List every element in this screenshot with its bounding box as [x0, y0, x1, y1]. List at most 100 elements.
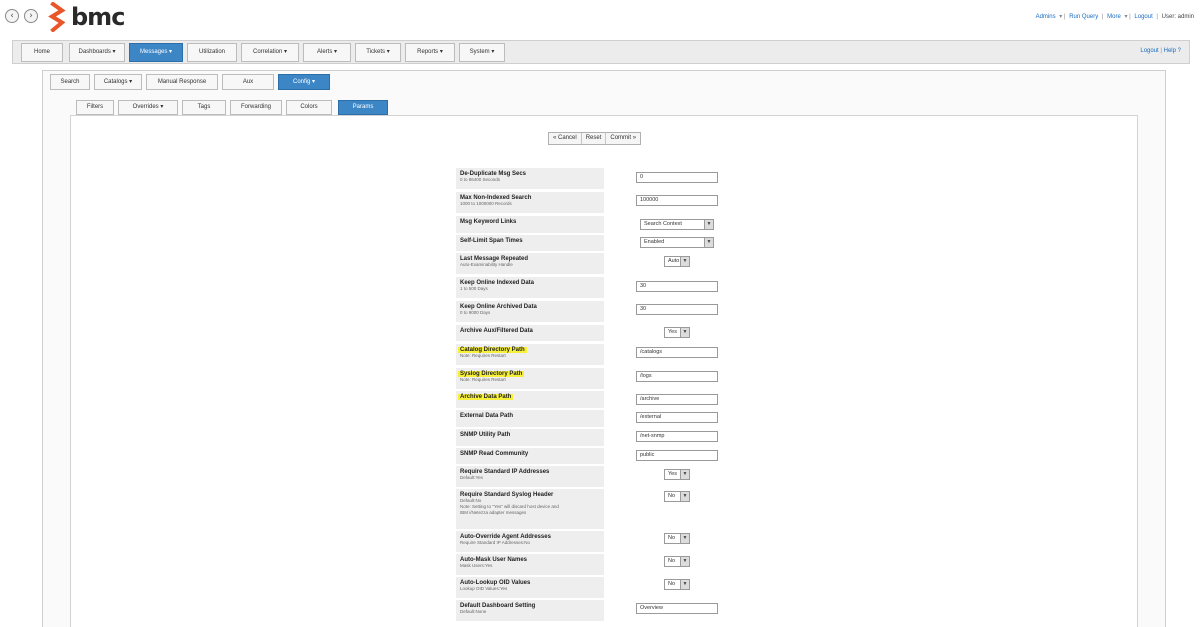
help-link[interactable]: Help: [1164, 48, 1176, 54]
subtab-aux[interactable]: Aux: [222, 74, 274, 90]
setting-hint: 1000 to 1000000 Records: [460, 201, 512, 206]
indexed-days-input[interactable]: 30: [636, 281, 718, 292]
nav-logout-link[interactable]: Logout: [1140, 48, 1158, 54]
setting-label-block: Archive Aux/Filtered Data: [456, 325, 604, 341]
setting-label-block: Auto-Mask User Names Mask Users:Yes: [456, 554, 604, 575]
syslog-header-select[interactable]: No ▼: [664, 491, 690, 502]
back-icon: ‹: [10, 11, 14, 21]
config-tab-overrides[interactable]: Overrides ▾: [118, 100, 178, 115]
archived-days-input[interactable]: 30: [636, 304, 718, 315]
setting-label-block: SNMP Utility Path: [456, 429, 604, 446]
setting-label-block: External Data Path: [456, 410, 604, 427]
setting-label-block: Keep Online Indexed Data 1 to 500 Days: [456, 277, 604, 298]
select-value: Yes: [668, 329, 677, 335]
reset-button[interactable]: Reset: [582, 133, 607, 144]
setting-label: External Data Path: [460, 413, 514, 419]
subtab-manual-response[interactable]: Manual Response: [146, 74, 218, 90]
bmc-logo[interactable]: bmc: [48, 2, 125, 32]
last-message-select[interactable]: Auto ▼: [664, 256, 690, 267]
external-path-input[interactable]: /external: [636, 412, 718, 423]
config-tab-forwarding[interactable]: Forwarding: [230, 100, 282, 115]
select-value: No: [668, 558, 676, 564]
nav-tab-tickets[interactable]: Tickets ▾: [355, 43, 401, 62]
chevron-down-icon: ▼: [680, 534, 689, 543]
nav-tab-utilization[interactable]: Utilization: [187, 43, 237, 62]
setting-label-block: Msg Keyword Links: [456, 216, 604, 233]
nav-tab-home[interactable]: Home: [21, 43, 63, 62]
bmc-logo-icon: [48, 2, 66, 32]
nav-right-links: Logout | Help ?: [1140, 48, 1181, 54]
forward-button[interactable]: ›: [24, 9, 38, 23]
max-non-indexed-input[interactable]: 100000: [636, 195, 718, 206]
logout-link[interactable]: Logout: [1134, 14, 1152, 20]
mask-users-select[interactable]: No ▼: [664, 556, 690, 567]
main-nav: Home Dashboards ▾ Messages ▾ Utilization…: [12, 40, 1190, 64]
select-value: Yes: [668, 471, 677, 477]
help-icon[interactable]: ?: [1178, 48, 1181, 54]
setting-label: Archive Aux/Filtered Data: [460, 328, 533, 334]
subtab-search[interactable]: Search: [50, 74, 90, 90]
nav-tab-correlation[interactable]: Correlation ▾: [241, 43, 299, 62]
config-tab-params[interactable]: Params: [338, 100, 388, 115]
config-tab-colors[interactable]: Colors: [286, 100, 332, 115]
setting-label-block: Last Message Repeated Auto-Examinability…: [456, 253, 604, 274]
user-label: User: admin: [1161, 14, 1194, 20]
logo-wordmark: bmc: [71, 3, 125, 31]
user-links: Admins ▾ | Run Query | More ▾ | Logout |…: [1035, 14, 1194, 20]
chevron-down-icon: ▼: [704, 220, 713, 229]
cancel-button[interactable]: « Cancel: [549, 133, 582, 144]
setting-hint: Lookup OID Values:Yes: [460, 586, 508, 591]
agent-address-select[interactable]: No ▼: [664, 533, 690, 544]
setting-label: Self-Limit Span Times: [460, 238, 523, 244]
nav-tab-messages[interactable]: Messages ▾: [129, 43, 183, 62]
setting-hint: Require Standard IP Addresses:No: [460, 540, 530, 545]
chevron-down-icon: ▼: [680, 470, 689, 479]
keyword-links-select[interactable]: Search Context ▼: [640, 219, 714, 230]
span-times-select[interactable]: Enabled ▼: [640, 237, 714, 248]
setting-label-block: Default Dashboard Setting Default:None: [456, 600, 604, 621]
nav-tab-system[interactable]: System ▾: [459, 43, 505, 62]
setting-hint: Default:Yes: [460, 475, 483, 480]
setting-label-block: Max Non-Indexed Search 1000 to 1000000 R…: [456, 192, 604, 213]
default-dashboard-input[interactable]: Overview: [636, 603, 718, 614]
nav-tab-reports[interactable]: Reports ▾: [405, 43, 455, 62]
setting-hint: Note: Requires Restart: [460, 353, 506, 358]
back-button[interactable]: ‹: [5, 9, 19, 23]
setting-label-block: Catalog Directory Path Note: Requires Re…: [456, 344, 604, 365]
admins-link[interactable]: Admins: [1036, 14, 1056, 20]
select-value: Auto: [668, 258, 680, 264]
archive-aux-select[interactable]: Yes ▼: [664, 327, 690, 338]
select-value: No: [668, 535, 676, 541]
more-link[interactable]: More: [1107, 14, 1121, 20]
top-bar: ‹ › bmc Admins ▾ | Run Query | More ▾ | …: [0, 0, 1200, 38]
archive-path-input[interactable]: /archive: [636, 394, 718, 405]
config-tab-filters[interactable]: Filters: [76, 100, 114, 115]
catalog-path-input[interactable]: /catalogs: [636, 347, 718, 358]
syslog-path-input[interactable]: /logs: [636, 371, 718, 382]
setting-hint: Default:None: [460, 609, 487, 614]
standard-ip-select[interactable]: Yes ▼: [664, 469, 690, 480]
nav-tab-alerts[interactable]: Alerts ▾: [303, 43, 351, 62]
setting-label-block: Self-Limit Span Times: [456, 235, 604, 251]
chevron-down-icon: ▼: [680, 557, 689, 566]
snmp-path-input[interactable]: /net-snmp: [636, 431, 718, 442]
run-query-link[interactable]: Run Query: [1069, 14, 1098, 20]
config-tab-tags[interactable]: Tags: [182, 100, 226, 115]
snmp-community-input[interactable]: public: [636, 450, 718, 461]
setting-label-block: Auto-Override Agent Addresses Require St…: [456, 531, 604, 552]
lookup-oid-select[interactable]: No ▼: [664, 579, 690, 590]
setting-hint: Note: Requires Restart: [460, 377, 506, 382]
select-value: Enabled: [644, 239, 665, 245]
commit-button[interactable]: Commit »: [606, 133, 640, 144]
setting-hint: 1 to 500 Days: [460, 286, 488, 291]
nav-tab-dashboards[interactable]: Dashboards ▾: [69, 43, 125, 62]
setting-hint: Auto-Examinability Handle: [460, 262, 513, 267]
chevron-down-icon: ▼: [680, 580, 689, 589]
subtab-catalogs[interactable]: Catalogs ▾: [94, 74, 142, 90]
setting-label-block: Syslog Directory Path Note: Requires Res…: [456, 368, 604, 389]
setting-label: Archive Data Path: [458, 394, 514, 400]
setting-label-block: De-Duplicate Msg Secs 0 to 86400 Seconds: [456, 168, 604, 189]
subtab-config[interactable]: Config ▾: [278, 74, 330, 90]
dedupe-secs-input[interactable]: 0: [636, 172, 718, 183]
setting-hint: 0 to 86400 Seconds: [460, 177, 501, 182]
